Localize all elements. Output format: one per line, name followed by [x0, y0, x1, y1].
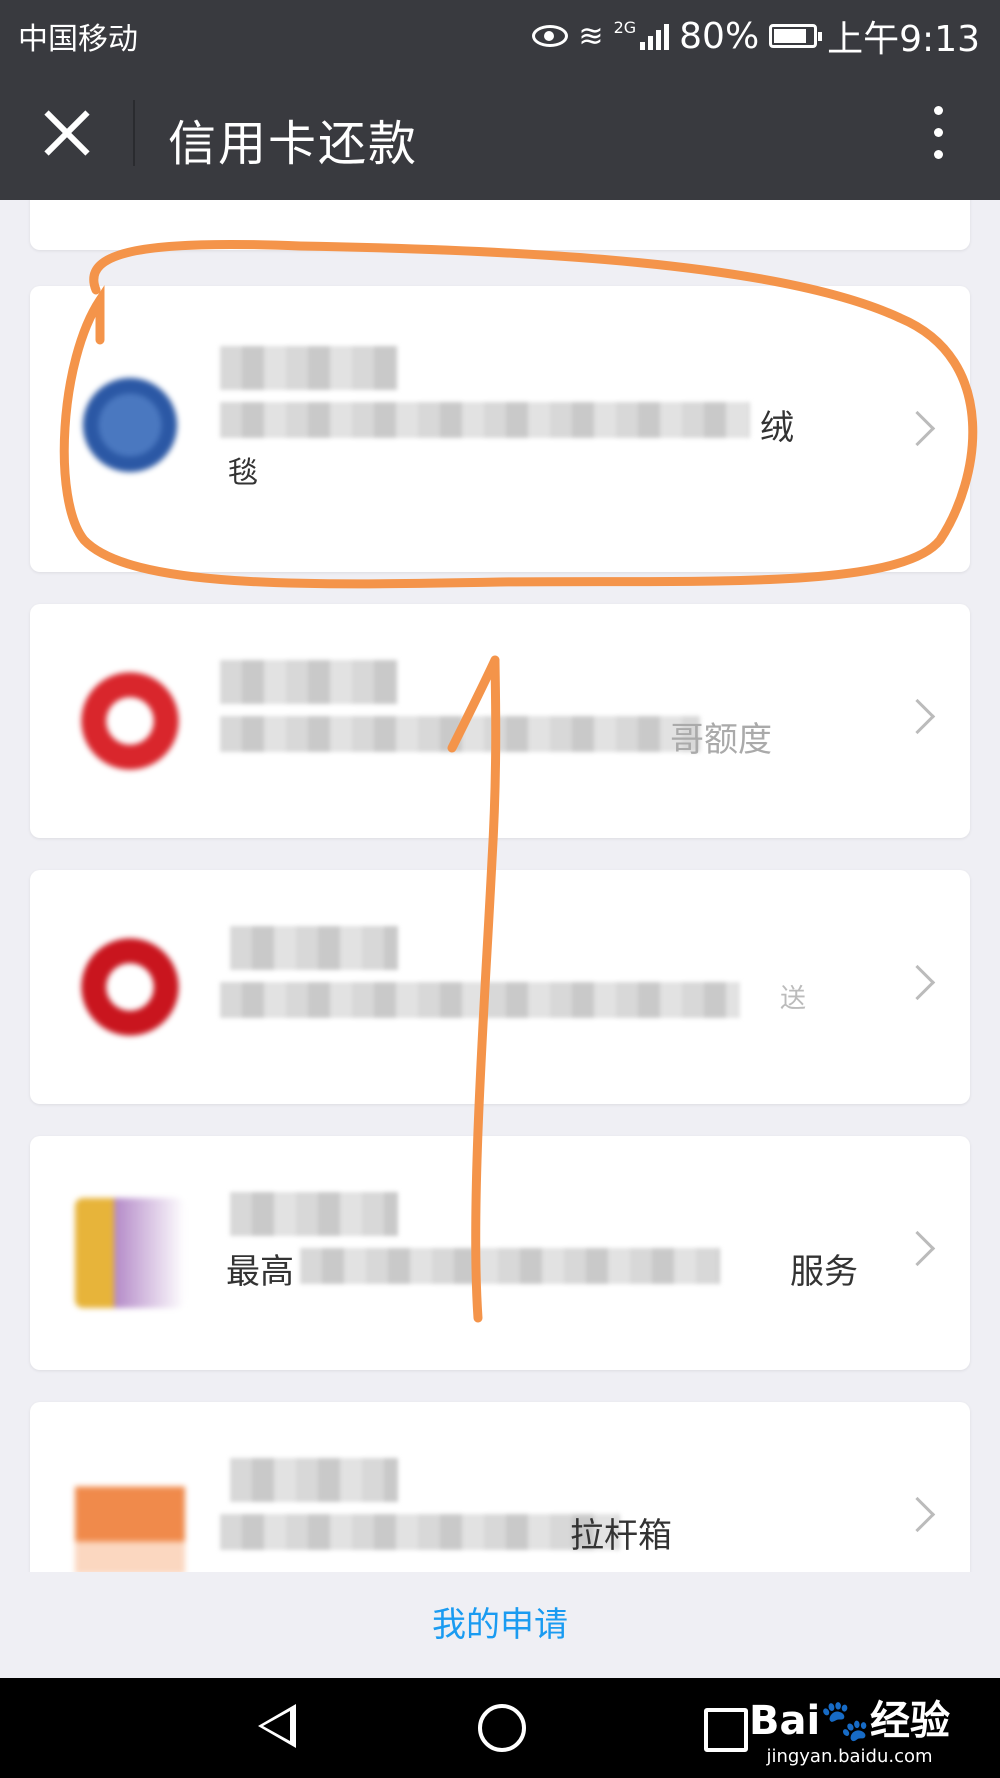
- card-desc-blurred: [220, 982, 740, 1018]
- card-desc-end: 绒: [760, 408, 794, 448]
- list-item[interactable]: 绒 毯: [30, 286, 970, 572]
- card-desc-end: 拉杆箱: [570, 1516, 672, 1556]
- card-desc-line2: 毯: [228, 456, 258, 491]
- status-bar: 中国移动 ≋ 2G 80% 上午9:13: [0, 0, 1000, 66]
- card-desc-end: 哥额度: [670, 720, 772, 760]
- card-desc-blurred: [220, 716, 700, 752]
- card-title-blurred: [230, 1458, 398, 1502]
- chevron-right-icon: [899, 964, 936, 1001]
- back-triangle-icon[interactable]: [258, 1704, 296, 1748]
- network-type: 2G: [613, 18, 637, 37]
- chevron-right-icon: [899, 698, 936, 735]
- card-title-blurred: [230, 926, 398, 970]
- card-title-blurred: [220, 346, 398, 390]
- signal-icon: [640, 22, 670, 50]
- recent-apps-icon[interactable]: [704, 1708, 748, 1752]
- status-icons: ≋ 2G 80% 上午9:13: [532, 10, 980, 62]
- clock: 上午9:13: [827, 19, 980, 60]
- chevron-right-icon: [899, 1496, 936, 1533]
- list-item[interactable]: 哥额度: [30, 604, 970, 838]
- card-list[interactable]: 绒 毯 哥额度 送 最高 服务 拉杆箱: [0, 200, 1000, 1572]
- bank-logo: [75, 370, 185, 480]
- battery-percent: 80%: [679, 15, 760, 57]
- baidu-watermark: Bai🐾经验 jingyan.baidu.com: [749, 1688, 950, 1767]
- list-item[interactable]: [30, 200, 970, 250]
- battery-icon: [769, 24, 823, 48]
- chevron-right-icon: [899, 410, 936, 447]
- card-desc-end: 服务: [790, 1252, 858, 1292]
- bank-logo: [75, 1198, 185, 1308]
- bank-logo: [75, 666, 185, 776]
- my-applications-link[interactable]: 我的申请: [0, 1572, 1000, 1678]
- list-item[interactable]: 送: [30, 870, 970, 1104]
- card-desc-end: 送: [780, 984, 807, 1014]
- card-desc-blurred: [300, 1248, 720, 1284]
- watermark-brand: Bai🐾经验: [749, 1698, 950, 1744]
- card-desc-blurred: [220, 1514, 620, 1550]
- card-title-blurred: [230, 1192, 398, 1236]
- more-options-icon[interactable]: [934, 106, 944, 160]
- chevron-right-icon: [899, 1230, 936, 1267]
- bank-logo: [75, 932, 185, 1042]
- title-divider: [133, 100, 135, 166]
- page-title: 信用卡还款: [168, 116, 419, 172]
- close-icon[interactable]: [40, 106, 94, 160]
- carrier-label: 中国移动: [18, 22, 138, 57]
- wifi-icon: ≋: [578, 18, 604, 54]
- eye-comfort-icon: [532, 25, 569, 47]
- watermark-url: jingyan.baidu.com: [766, 1746, 933, 1767]
- title-bar: 信用卡还款: [0, 66, 1000, 200]
- home-circle-icon[interactable]: [478, 1704, 526, 1752]
- list-item[interactable]: 拉杆箱: [30, 1402, 970, 1572]
- list-item[interactable]: 最高 服务: [30, 1136, 970, 1370]
- card-title-blurred: [220, 660, 398, 704]
- card-desc-start: 最高: [226, 1252, 294, 1292]
- system-nav-bar: Bai🐾经验 jingyan.baidu.com: [0, 1678, 1000, 1778]
- card-desc-blurred: [220, 402, 750, 438]
- bank-logo: [75, 1464, 185, 1572]
